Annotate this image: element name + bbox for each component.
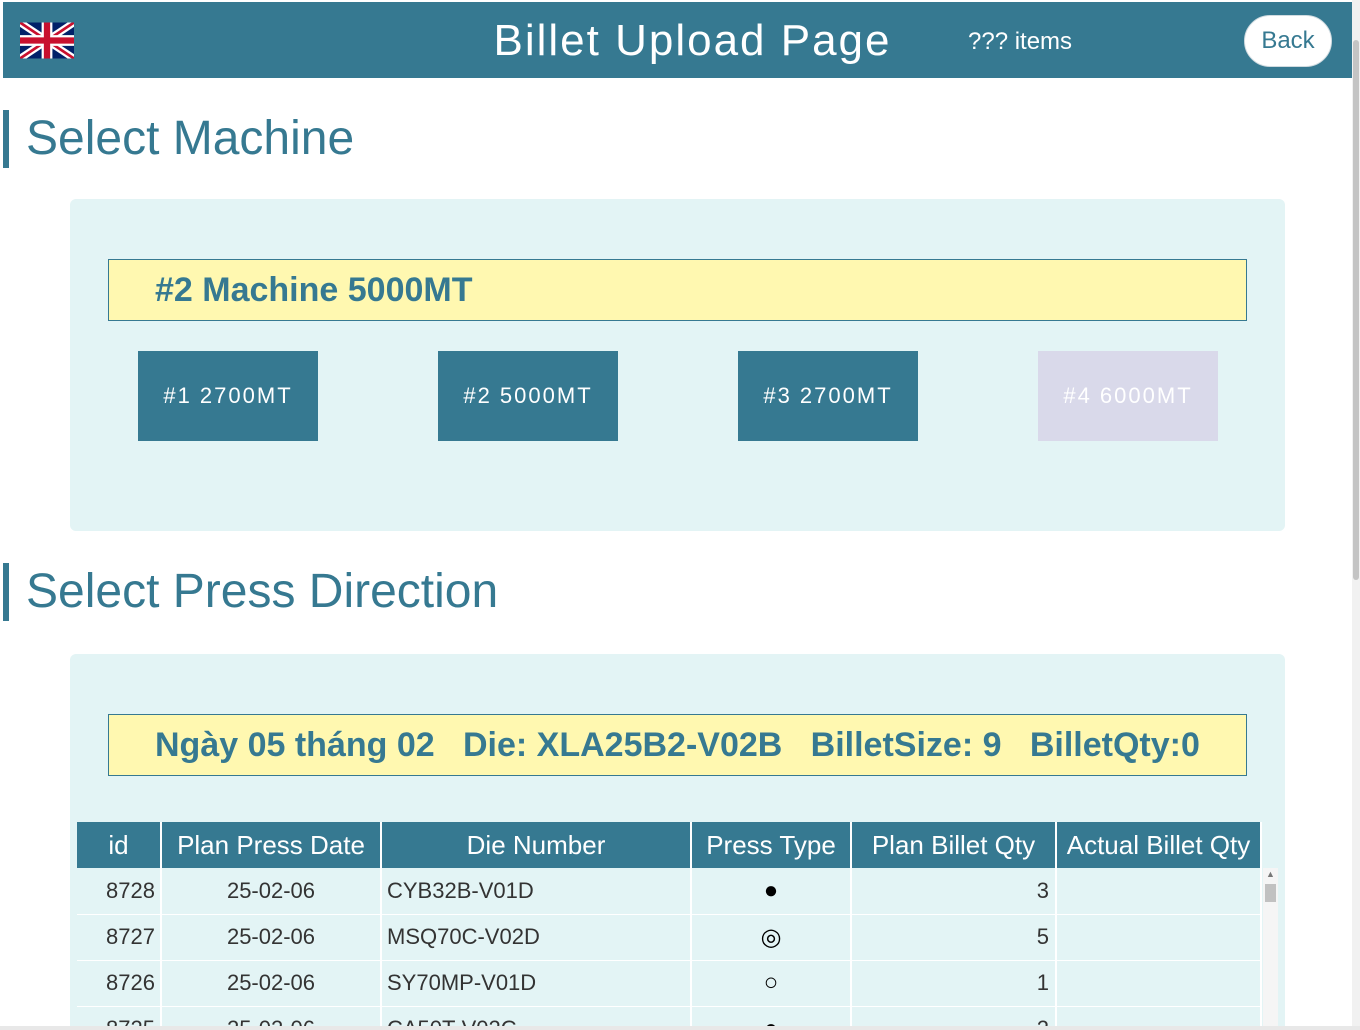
cell-die-number: CYB32B-V01D	[381, 868, 692, 915]
cell-actual-billet-qty[interactable]	[1056, 914, 1262, 961]
cell-press-type: ●	[691, 868, 852, 915]
column-header-actual-billet-qty[interactable]: Actual Billet Qty	[1056, 822, 1262, 868]
selected-machine-banner: #2 Machine 5000MT	[108, 259, 1247, 321]
press-direction-table: id Plan Press Date Die Number Press Type…	[77, 822, 1262, 1030]
table-row[interactable]: 8727 25-02-06 MSQ70C-V02D ◎ 5	[77, 914, 1262, 961]
machine-button-1[interactable]: #1 2700MT	[138, 351, 318, 441]
cell-die-number: SY70MP-V01D	[381, 960, 692, 1007]
cell-id: 8727	[77, 914, 162, 961]
selected-direction-banner: Ngày 05 tháng 02 Die: XLA25B2-V02B Bille…	[108, 714, 1247, 776]
machine-button-2[interactable]: #2 5000MT	[438, 351, 618, 441]
cell-plan-billet-qty: 1	[851, 960, 1057, 1007]
back-button[interactable]: Back	[1244, 15, 1332, 67]
cell-actual-billet-qty[interactable]	[1056, 960, 1262, 1007]
press-table: id Plan Press Date Die Number Press Type…	[77, 822, 1278, 1030]
table-row[interactable]: 8728 25-02-06 CYB32B-V01D ● 3	[77, 868, 1262, 915]
cell-press-type: ○	[691, 960, 852, 1007]
table-row[interactable]: 8726 25-02-06 SY70MP-V01D ○ 1	[77, 960, 1262, 1007]
column-header-id[interactable]: id	[77, 822, 162, 868]
machine-button-4[interactable]: #4 6000MT	[1038, 351, 1218, 441]
table-scrollbar[interactable]: ▲	[1263, 868, 1278, 1030]
cell-plan-press-date: 25-02-06	[161, 868, 382, 915]
header-bar: Billet Upload Page ??? items Back	[3, 2, 1352, 78]
items-count: ??? items	[968, 28, 1073, 55]
page-scroll-thumb[interactable]	[1353, 40, 1359, 580]
table-scroll-thumb[interactable]	[1265, 884, 1276, 902]
cell-id: 8726	[77, 960, 162, 1007]
direction-panel: Ngày 05 tháng 02 Die: XLA25B2-V02B Bille…	[70, 654, 1285, 1030]
cell-plan-billet-qty: 3	[851, 868, 1057, 915]
cell-actual-billet-qty[interactable]	[1056, 868, 1262, 915]
cell-plan-press-date: 25-02-06	[161, 960, 382, 1007]
select-press-direction-heading: Select Press Direction	[3, 563, 498, 621]
machine-button-3[interactable]: #3 2700MT	[738, 351, 918, 441]
cell-plan-press-date: 25-02-06	[161, 914, 382, 961]
cell-plan-billet-qty: 5	[851, 914, 1057, 961]
page-title-text: Billet Upload Page	[493, 16, 892, 65]
cell-id: 8728	[77, 868, 162, 915]
cell-die-number: MSQ70C-V02D	[381, 914, 692, 961]
app-frame: Billet Upload Page ??? items Back Select…	[0, 0, 1360, 1030]
select-machine-heading: Select Machine	[3, 110, 354, 168]
page-scrollbar[interactable]	[1352, 0, 1360, 1030]
column-header-plan-press-date[interactable]: Plan Press Date	[161, 822, 382, 868]
scroll-up-arrow-icon[interactable]: ▲	[1263, 870, 1278, 879]
column-header-press-type[interactable]: Press Type	[691, 822, 852, 868]
page-title: Billet Upload Page	[3, 16, 1352, 66]
machine-panel: #2 Machine 5000MT #1 2700MT #2 5000MT #3…	[70, 199, 1285, 531]
bottom-divider	[0, 1026, 1360, 1030]
column-header-die-number[interactable]: Die Number	[381, 822, 692, 868]
table-header-row: id Plan Press Date Die Number Press Type…	[77, 822, 1262, 868]
column-header-plan-billet-qty[interactable]: Plan Billet Qty	[851, 822, 1057, 868]
cell-press-type: ◎	[691, 914, 852, 961]
